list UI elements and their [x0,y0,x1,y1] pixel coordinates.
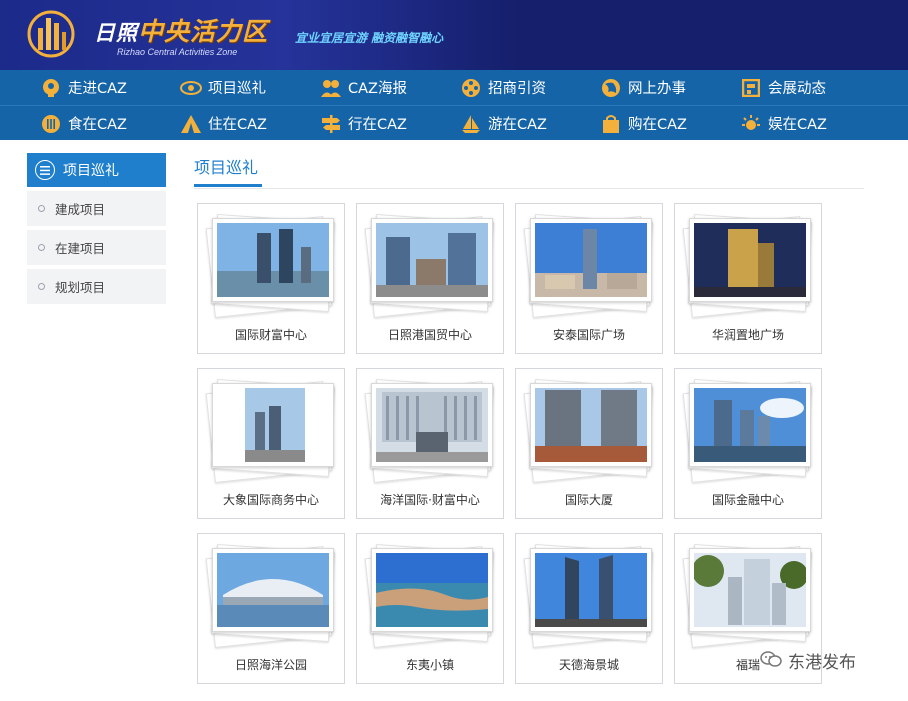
title-underline [194,184,262,187]
project-name: 国际大厦 [564,493,613,507]
bullet-icon [38,283,45,290]
nav-row-2: 食在CAZ 住在CAZ 行在CAZ 游在CAZ 购在CAZ 娱在CAZ [0,105,908,140]
film-reel-icon [460,77,482,99]
sidebar-item-completed[interactable]: 建成项目 [27,191,166,226]
nav-item-food[interactable]: 食在CAZ [40,106,127,141]
sidebar-heading[interactable]: 项目巡礼 [27,153,166,187]
nav-item-entertainment[interactable]: 娱在CAZ [740,106,827,141]
title-divider [194,188,864,189]
project-photo [689,383,811,467]
brand-prefix: 日照 [94,21,138,45]
list-icon [35,160,55,180]
page-title: 项目巡礼 [194,158,259,177]
project-photo [689,218,811,302]
project-card[interactable]: 天德海景城 [515,533,663,684]
bullet-icon [38,205,45,212]
sidebar-item-label: 规划项目 [55,280,106,295]
nav-item-posters[interactable]: CAZ海报 [320,70,407,105]
dining-icon [40,113,62,135]
tent-icon [180,113,202,135]
nav-label: 住在CAZ [208,117,267,133]
project-name: 国际财富中心 [234,328,307,342]
sidebar-heading-label: 项目巡礼 [63,163,119,179]
project-name: 大象国际商务中心 [222,493,319,507]
head-icon [40,77,62,99]
shopping-bag-icon [600,113,622,135]
project-photo [371,383,493,467]
nav-item-travel[interactable]: 行在CAZ [320,106,407,141]
project-name: 日照海洋公园 [234,658,307,672]
project-card[interactable]: 国际财富中心 [197,203,345,354]
nav-label: 会展动态 [768,81,826,97]
sidebar: 项目巡礼 建成项目 在建项目 规划项目 [27,153,166,304]
nav-item-exhibitions[interactable]: 会展动态 [740,70,826,105]
project-name: 安泰国际广场 [552,328,625,342]
nav-label: 行在CAZ [348,117,407,133]
project-photo [212,383,334,467]
project-photo [371,548,493,632]
project-name: 国际金融中心 [711,493,784,507]
signpost-icon [320,113,342,135]
brand-english: Rizhao Central Activities Zone [117,47,238,57]
sidebar-item-label: 建成项目 [55,202,106,217]
project-card[interactable]: 国际金融中心 [674,368,822,519]
nav-item-online-services[interactable]: 网上办事 [600,70,686,105]
people-icon [320,77,342,99]
sidebar-item-in-progress[interactable]: 在建项目 [27,230,166,265]
sidebar-item-label: 在建项目 [55,241,106,256]
brand-slogan: 宜业宜居宜游 融资融智融心 [295,31,444,45]
project-card[interactable]: 大象国际商务中心 [197,368,345,519]
project-card[interactable]: 海洋国际·财富中心 [356,368,504,519]
nav-label: 走进CAZ [68,81,127,97]
project-card[interactable]: 国际大厦 [515,368,663,519]
layout-icon [740,77,762,99]
project-name: 日照港国贸中心 [387,328,472,342]
project-photo [689,548,811,632]
watermark-label: 东港发布 [788,653,856,673]
globe-icon [600,77,622,99]
nav-item-about[interactable]: 走进CAZ [40,70,127,105]
nav-item-investment[interactable]: 招商引资 [460,70,546,105]
nav-item-tour[interactable]: 游在CAZ [460,106,547,141]
nav-label: 网上办事 [628,81,686,97]
project-card[interactable]: 东夷小镇 [356,533,504,684]
project-photo [212,548,334,632]
sidebar-item-planned[interactable]: 规划项目 [27,269,166,304]
project-photo [530,548,652,632]
nav-item-shopping[interactable]: 购在CAZ [600,106,687,141]
project-card[interactable]: 华润置地广场 [674,203,822,354]
nav-label: 项目巡礼 [208,81,266,97]
sailboat-icon [460,113,482,135]
sun-icon [740,113,762,135]
nav-item-projects[interactable]: 项目巡礼 [180,70,266,105]
project-card[interactable]: 安泰国际广场 [515,203,663,354]
project-name: 东夷小镇 [405,658,454,672]
project-name: 华润置地广场 [711,328,784,342]
nav-label: 食在CAZ [68,117,127,133]
project-photo [212,218,334,302]
project-name: 天德海景城 [558,658,619,672]
project-card[interactable]: 日照海洋公园 [197,533,345,684]
nav-label: 购在CAZ [628,117,687,133]
nav-label: CAZ海报 [348,81,407,97]
nav-item-stay[interactable]: 住在CAZ [180,106,267,141]
project-photo [371,218,493,302]
eye-icon [180,77,202,99]
nav-label: 招商引资 [488,81,546,97]
nav-label: 娱在CAZ [768,117,827,133]
project-name: 海洋国际·财富中心 [380,493,480,507]
project-photo [530,218,652,302]
watermark: 东港发布 [760,648,856,673]
caz-logo-icon [27,10,75,58]
header-banner: 日照 中央活力区 Rizhao Central Activities Zone … [0,0,908,70]
brand-title: 中央活力区 [138,17,269,46]
nav-label: 游在CAZ [488,117,547,133]
bullet-icon [38,244,45,251]
project-card[interactable]: 日照港国贸中心 [356,203,504,354]
nav-row-1: 走进CAZ 项目巡礼 CAZ海报 招商引资 网上办事 会展动态 [0,70,908,105]
wechat-icon [760,650,782,672]
main-nav: 走进CAZ 项目巡礼 CAZ海报 招商引资 网上办事 会展动态 食在CAZ 住在… [0,70,908,140]
project-photo [530,383,652,467]
